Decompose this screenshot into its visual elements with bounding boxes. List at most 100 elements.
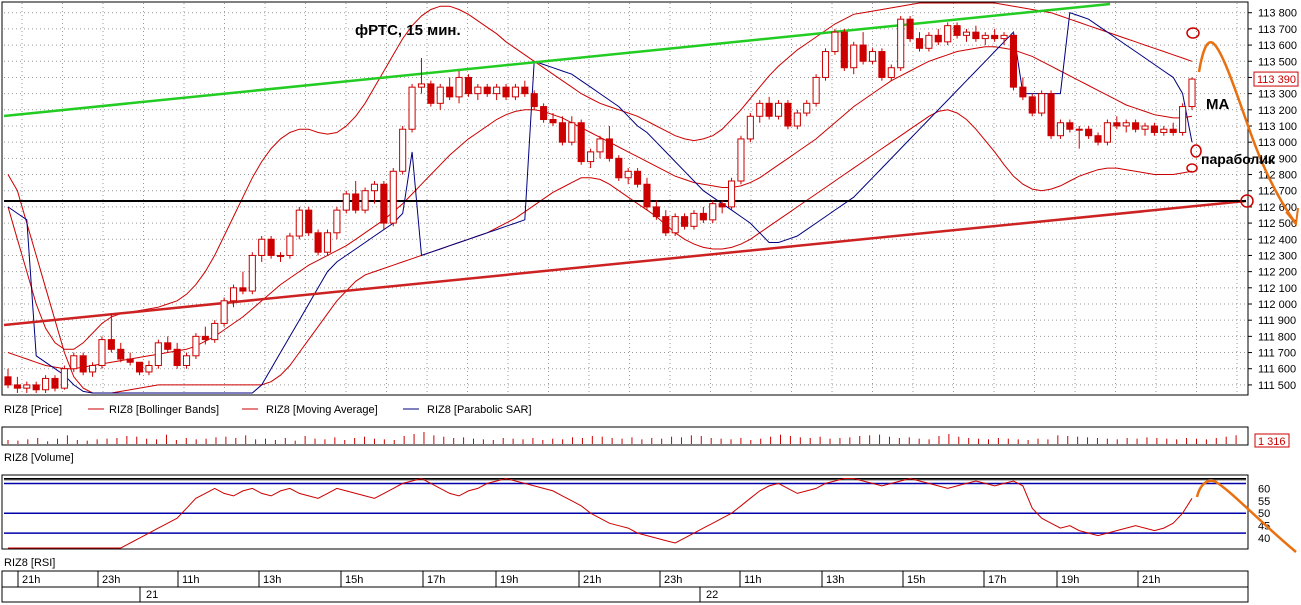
candle-body	[4, 376, 12, 386]
candle-body	[1047, 93, 1055, 137]
candle-body	[107, 339, 115, 350]
legend-sar: RIZ8 [Parabolic SAR]	[427, 404, 532, 416]
time-tick-label: 21h	[1142, 574, 1160, 586]
candle-body	[859, 44, 867, 62]
rsi-panel-frame	[1, 474, 1249, 550]
volume-last-label: 1 316	[1258, 436, 1286, 448]
candle-body	[201, 335, 209, 341]
candle-body	[671, 216, 679, 234]
candle-body	[258, 238, 266, 256]
candle-body	[991, 34, 999, 40]
time-tick-label: 23h	[664, 574, 682, 586]
candle-body	[718, 203, 726, 208]
candle-body	[173, 348, 181, 366]
candle-body	[323, 232, 332, 253]
candle-body	[483, 86, 491, 95]
candle-body	[89, 364, 97, 373]
candle-body	[605, 138, 613, 159]
candle-body	[1122, 122, 1130, 127]
candle-body	[793, 112, 801, 127]
candle-body	[126, 358, 134, 363]
price-tick-label: 113 700	[1258, 24, 1297, 36]
price-tick-label: 113 300	[1258, 89, 1297, 101]
chart-title: фРТС, 15 мин.	[355, 22, 461, 39]
candle-body	[596, 138, 604, 153]
candle-body	[1179, 106, 1187, 133]
candle-body	[286, 235, 294, 256]
candle-body	[399, 128, 407, 172]
price-tick-label: 113 100	[1258, 121, 1297, 133]
candle-body	[220, 300, 228, 324]
price-tick-label: 112 500	[1258, 218, 1297, 230]
candle-body	[1038, 93, 1046, 114]
candle-body	[577, 122, 585, 163]
rsi-tick-label: 60	[1258, 483, 1270, 495]
time-tick-label: 13h	[263, 574, 281, 586]
day-tick-label: 22	[706, 589, 718, 601]
ma-annotation: MA	[1206, 96, 1229, 113]
candle-body	[389, 170, 397, 224]
candle-body	[60, 368, 68, 389]
candle-body	[511, 86, 519, 98]
candle-body	[342, 193, 350, 211]
candle-body	[821, 51, 830, 78]
time-tick-label: 15h	[345, 574, 363, 586]
price-tick-label: 112 300	[1258, 250, 1297, 262]
candle-body	[182, 355, 191, 366]
time-tick-label: 17h	[988, 574, 1006, 586]
price-tick-label: 111 900	[1258, 315, 1296, 327]
candle-body	[681, 216, 689, 227]
candle-body	[615, 157, 623, 179]
candle-body	[493, 86, 501, 95]
candle-body	[464, 76, 472, 95]
candle-body	[51, 377, 59, 389]
candle-body	[145, 364, 153, 373]
candle-body	[1009, 34, 1018, 88]
rsi-axis: 6055504540	[1258, 483, 1270, 545]
candle-body	[868, 51, 877, 62]
candle-body	[624, 170, 632, 179]
legend-rsi: RIZ8 [RSI]	[4, 557, 55, 569]
candle-body	[925, 34, 933, 49]
candle-body	[521, 86, 529, 95]
price-axis: 113 800113 700113 600113 500113 400113 3…	[1248, 8, 1299, 392]
candle-body	[79, 355, 87, 373]
candle-body	[1028, 96, 1036, 114]
candle-body	[1000, 34, 1008, 40]
price-tick-label: 112 400	[1258, 234, 1297, 246]
candle-body	[474, 86, 482, 95]
candle-body	[831, 31, 839, 53]
candle-body	[1132, 122, 1140, 130]
candle-body	[1103, 122, 1111, 143]
candle-body	[972, 31, 980, 40]
candle-body	[756, 102, 764, 117]
candle-body	[587, 151, 595, 163]
candle-body	[70, 355, 78, 370]
price-tick-label: 111 700	[1258, 348, 1296, 360]
candle-body	[436, 86, 444, 104]
price-tick-label: 111 500	[1258, 380, 1296, 392]
price-tick-label: 112 800	[1258, 170, 1297, 182]
chart-canvas: 113 800113 700113 600113 500113 400113 3…	[1, 1, 1299, 603]
candle-body	[333, 209, 341, 234]
time-tick-label: 15h	[907, 574, 925, 586]
candle-body	[1113, 122, 1121, 127]
candle-body	[1066, 122, 1074, 130]
time-tick-label: 17h	[427, 574, 445, 586]
candle-body	[878, 51, 886, 78]
price-legend: RIZ8 [Price] RIZ8 [Bollinger Bands] RIZ8…	[4, 404, 532, 416]
candle-body	[643, 183, 651, 208]
candle-body	[709, 203, 717, 221]
candle-body	[502, 86, 510, 98]
candle-body	[164, 342, 172, 350]
candle-body	[1188, 78, 1196, 108]
candle-body	[662, 216, 670, 234]
candle-body	[906, 18, 914, 40]
time-tick-label: 11h	[744, 574, 762, 586]
candle-body	[840, 31, 848, 69]
candle-body	[211, 322, 219, 341]
candle-body	[352, 193, 360, 211]
candle-body	[652, 206, 660, 218]
candle-body	[765, 102, 773, 117]
candle-body	[549, 119, 557, 124]
